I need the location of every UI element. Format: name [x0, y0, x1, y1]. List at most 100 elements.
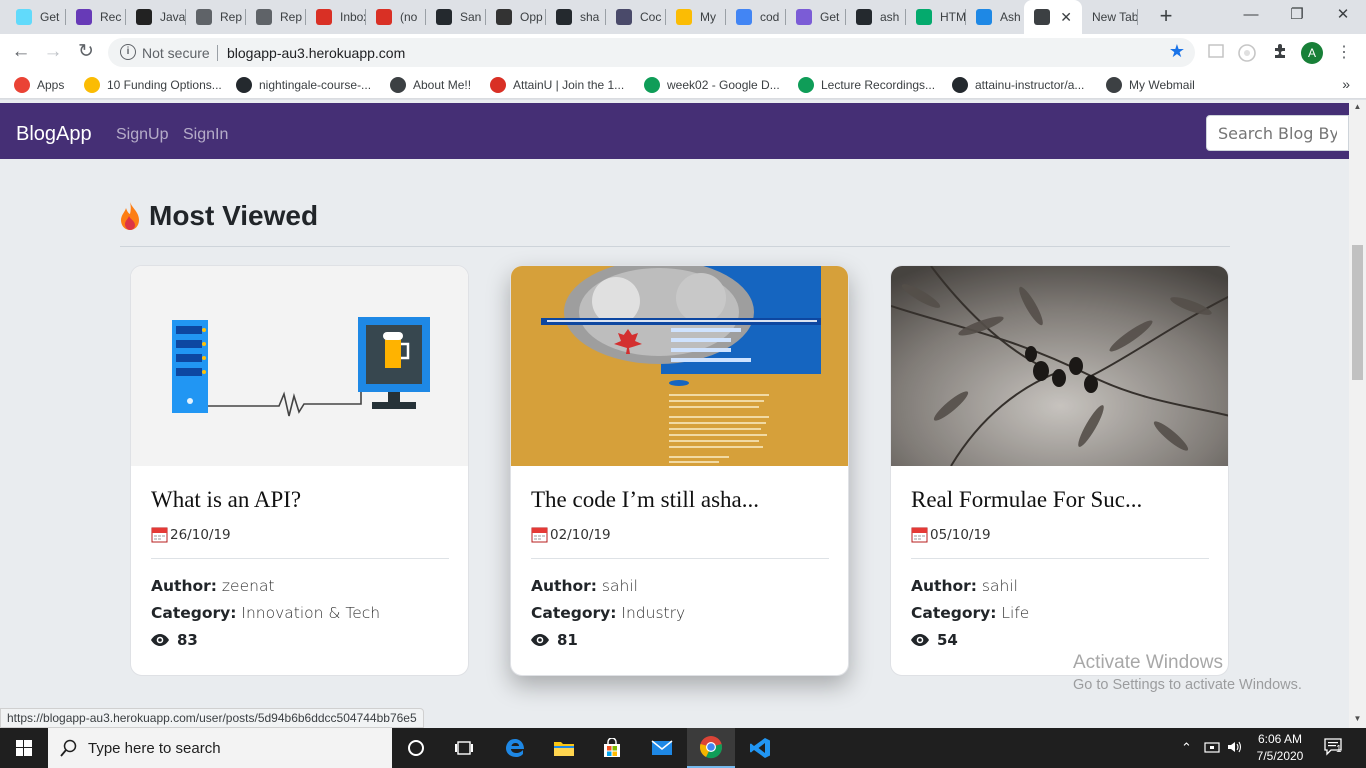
post-card[interactable]: Real Formulae For Suc... 05/10/19 Author… [890, 265, 1229, 676]
link-status-bubble: https://blogapp-au3.herokuapp.com/user/p… [0, 708, 424, 728]
bookmarks-overflow-button[interactable]: » [1342, 76, 1350, 92]
tray-overflow-icon[interactable]: ⌃ [1181, 740, 1192, 756]
browser-tab[interactable]: New Tab [1082, 0, 1138, 34]
browser-tab[interactable]: Inbox [306, 0, 366, 34]
new-tab-button[interactable]: + [1154, 5, 1178, 29]
scroll-down-arrow-icon[interactable]: ▼ [1349, 712, 1366, 726]
browser-tab[interactable]: Rep [186, 0, 246, 34]
clock-time: 6:06 AM [1257, 732, 1303, 746]
edge-browser-icon[interactable] [491, 728, 539, 768]
replit-icon [256, 9, 272, 25]
bookmark-star-icon[interactable]: ★ [1169, 41, 1185, 62]
post-card[interactable]: What is an API? 26/10/19 Author: zeenat … [130, 265, 469, 676]
notification-center-icon[interactable]: 1 [1324, 738, 1344, 759]
bookmark-item[interactable]: AttainU | Join the 1... [490, 76, 624, 94]
bookmark-label: attainu-instructor/a... [975, 78, 1085, 92]
signin-link[interactable]: SignIn [183, 126, 228, 144]
calendar-icon [531, 527, 548, 543]
tab-title: Rep [280, 10, 303, 24]
ih-icon [496, 9, 512, 25]
w3-icon [916, 9, 932, 25]
extension-icon[interactable] [1237, 43, 1257, 63]
address-bar[interactable]: i Not secure blogapp-au3.herokuapp.com ★ [108, 38, 1195, 67]
tab-separator [1137, 9, 1138, 25]
post-card[interactable]: The code I’m still asha... 02/10/19 Auth… [510, 265, 849, 676]
bookmark-item[interactable]: Lecture Recordings... [798, 76, 935, 94]
browser-tab[interactable]: (no [366, 0, 426, 34]
extensions-puzzle-icon[interactable] [1270, 43, 1290, 63]
card-divider [531, 558, 829, 559]
vscode-icon[interactable] [736, 728, 784, 768]
browser-tab[interactable]: ash [846, 0, 906, 34]
post-title[interactable]: Real Formulae For Suc... [911, 487, 1142, 513]
url-text[interactable]: blogapp-au3.herokuapp.com [227, 45, 405, 61]
eye-icon [151, 634, 169, 646]
browser-tab[interactable]: Get [786, 0, 846, 34]
restore-window-button[interactable]: ❐ [1274, 0, 1320, 32]
bookmark-item[interactable]: My Webmail [1106, 76, 1195, 94]
browser-tab[interactable]: ✕ [1024, 0, 1082, 34]
bookmark-item[interactable]: Apps [14, 76, 64, 94]
bookmark-item[interactable]: week02 - Google D... [644, 76, 780, 94]
scrollbar-thumb[interactable] [1352, 245, 1363, 380]
tab-title: Rep [220, 10, 243, 24]
browser-tab[interactable]: Opp [486, 0, 546, 34]
page-scrollbar[interactable]: ▲ ▼ [1349, 100, 1366, 728]
fire-icon [121, 202, 139, 230]
back-button[interactable]: ← [8, 40, 34, 66]
author-label: Author: [151, 577, 217, 595]
bookmark-item[interactable]: 10 Funding Options... [84, 76, 222, 94]
browser-tab[interactable]: sha [546, 0, 606, 34]
browser-tab[interactable]: Rep [246, 0, 306, 34]
profile-avatar[interactable]: A [1301, 42, 1323, 64]
taskbar-clock[interactable]: 6:06 AM 7/5/2020 [1248, 731, 1312, 765]
browser-tab[interactable]: Ash [966, 0, 1026, 34]
browser-tab[interactable]: Rec [66, 0, 126, 34]
browser-tab[interactable]: HTML [906, 0, 966, 34]
mail-icon[interactable] [638, 728, 686, 768]
bookmark-label: My Webmail [1129, 78, 1195, 92]
taskbar-search[interactable]: Type here to search [48, 728, 392, 768]
scroll-up-arrow-icon[interactable]: ▲ [1349, 100, 1366, 114]
blog-search-input[interactable] [1206, 115, 1349, 151]
bookmark-item[interactable]: nightingale-course-... [236, 76, 371, 94]
not-secure-label: Not secure [142, 45, 210, 61]
site-brand-link[interactable]: BlogApp [16, 123, 92, 146]
post-image-brochure-photo[interactable] [511, 266, 848, 466]
reload-button[interactable]: ↻ [73, 40, 99, 66]
browser-tab[interactable]: Get [6, 0, 66, 34]
close-tab-icon[interactable]: ✕ [1060, 9, 1072, 26]
post-title[interactable]: The code I’m still asha... [531, 487, 759, 513]
eye-icon [531, 634, 549, 646]
microsoft-store-icon[interactable] [588, 728, 636, 768]
tab-title: sha [580, 10, 600, 24]
bookmark-item[interactable]: About Me!! [390, 76, 471, 94]
drive-icon [644, 77, 660, 93]
minimize-window-button[interactable]: — [1228, 0, 1274, 32]
extension-icon[interactable] [1206, 43, 1226, 63]
category-name: Life [1001, 604, 1030, 622]
forward-button[interactable]: → [40, 40, 66, 66]
site-info-icon[interactable]: i [120, 44, 136, 60]
post-image-api-illustration[interactable] [131, 266, 468, 466]
bookmark-item[interactable]: attainu-instructor/a... [952, 76, 1084, 94]
browser-tab[interactable]: Java [126, 0, 186, 34]
cortana-icon[interactable] [392, 728, 440, 768]
network-icon[interactable] [1204, 740, 1220, 757]
browser-menu-icon[interactable]: ⋮ [1336, 42, 1352, 62]
browser-tab[interactable]: cod [726, 0, 786, 34]
browser-tab[interactable]: Coc [606, 0, 666, 34]
post-image-olive-branch-photo[interactable] [891, 266, 1228, 466]
windows-logo-icon [16, 740, 32, 756]
signup-link[interactable]: SignUp [116, 126, 168, 144]
file-explorer-icon[interactable] [540, 728, 588, 768]
browser-tab[interactable]: My [666, 0, 726, 34]
browser-tab[interactable]: San [426, 0, 486, 34]
volume-icon[interactable] [1227, 740, 1243, 757]
task-view-icon[interactable] [440, 728, 488, 768]
tab-title: Get [40, 10, 60, 24]
close-window-button[interactable]: ✕ [1320, 0, 1366, 32]
start-button[interactable] [0, 728, 48, 768]
chrome-taskbar-icon[interactable] [687, 728, 735, 768]
post-title[interactable]: What is an API? [151, 487, 301, 513]
